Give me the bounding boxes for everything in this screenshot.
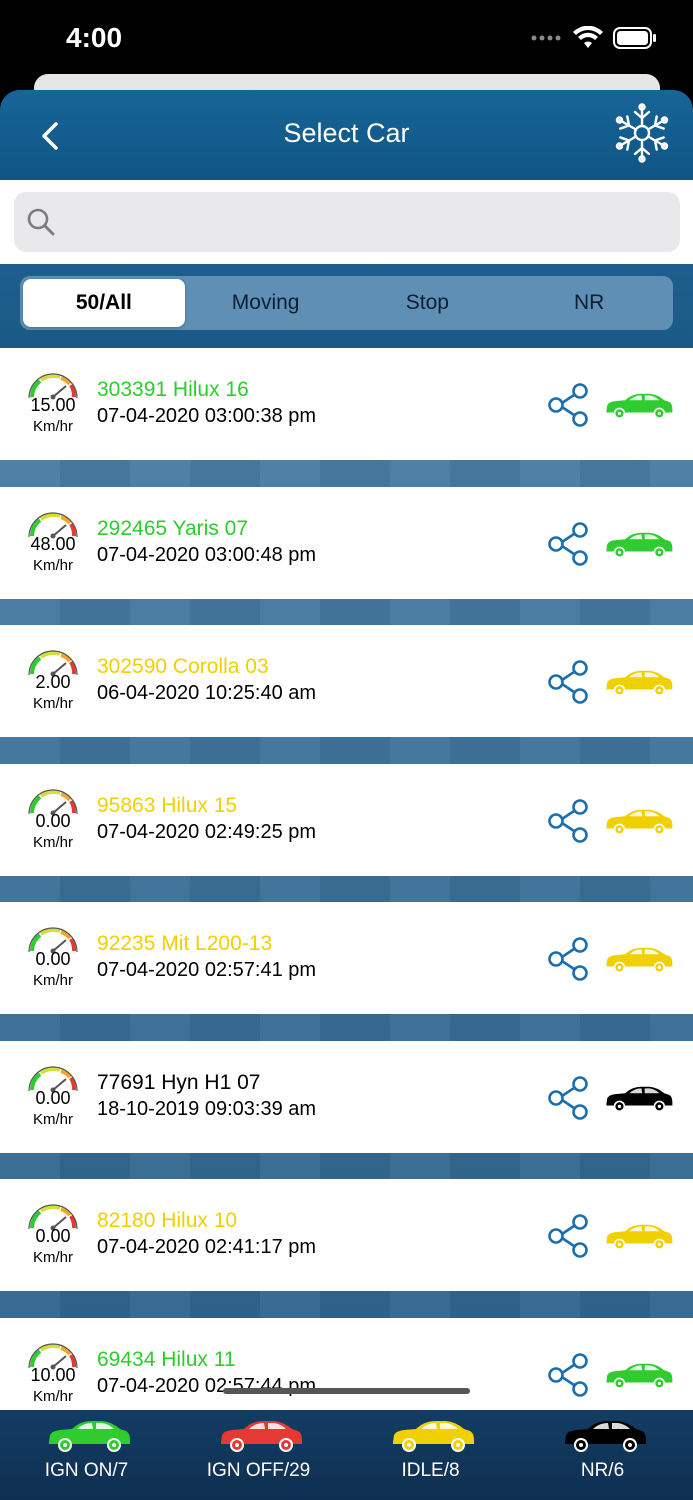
filter-segmented-control: 50/All Moving Stop NR (20, 276, 673, 330)
vehicle-name: 82180 Hilux 10 (97, 1209, 238, 1232)
vehicle-timestamp: 07-04-2020 02:57:41 pm (97, 959, 317, 981)
vehicle-row[interactable]: 2.00 Km/hr 302590 Corolla 03 06-04-2020 10:… (0, 625, 693, 737)
car-icon (606, 393, 673, 420)
speed-unit: Km/hr (32, 1387, 73, 1405)
vehicle-row[interactable]: 0.00 Km/hr 92235 Mit L200-13 07-04-2020 02:… (0, 902, 693, 1014)
vehicle-row[interactable]: 0.00 Km/hr 82180 Hilux 10 07-04-2020 02:41:… (0, 1179, 693, 1291)
car-icon (565, 1421, 646, 1452)
share-icon[interactable] (546, 521, 592, 567)
share-icon[interactable] (546, 382, 592, 428)
share-icon[interactable] (546, 1075, 592, 1121)
vehicle-timestamp: 07-04-2020 02:57:44 pm (97, 1374, 317, 1397)
car-icon (606, 947, 673, 974)
navbar: Select Car (0, 90, 693, 180)
filter-tab-nr[interactable]: NR (508, 279, 670, 327)
vehicle-name: 69434 Hilux 11 (97, 1347, 236, 1371)
share-icon[interactable] (546, 798, 592, 844)
share-icon[interactable] (546, 659, 592, 705)
vehicle-list: 15.00 Km/hr 303391 Hilux 16 07-04-2020 03:0… (0, 348, 693, 1410)
status-tab-bar: IGN ON/7 IGN OFF/29 IDLE/8 NR/6 (0, 1410, 693, 1500)
vehicle-row[interactable]: 15.00 Km/hr 303391 Hilux 16 07-04-2020 03:0… (0, 348, 693, 460)
car-icon (49, 1421, 130, 1452)
status-tab-red[interactable]: IGN OFF/29 (172, 1410, 345, 1500)
speed-unit: Km/hr (32, 1249, 73, 1266)
vehicle-row[interactable]: 0.00 Km/hr 77691 Hyn H1 07 18-10-2019 09:03… (0, 1040, 693, 1153)
share-icon[interactable] (546, 1352, 592, 1398)
car-icon (606, 670, 673, 697)
vehicle-row[interactable]: 0.00 Km/hr 95863 Hilux 15 07-04-2020 02:49:… (0, 763, 693, 876)
vehicle-timestamp: 07-04-2020 03:00:38 pm (97, 405, 317, 427)
speed-value: 48.00 (30, 533, 76, 554)
car-icon (221, 1421, 302, 1452)
filter-band: 50/All Moving Stop NR (0, 264, 693, 348)
filter-tab-stop[interactable]: Stop (347, 279, 509, 327)
vehicle-name: 302590 Corolla 03 (97, 655, 269, 678)
vehicle-name: 292465 Yaris 07 (97, 516, 249, 540)
speed-value: 0.00 (35, 1226, 71, 1246)
speed-unit: Km/hr (32, 833, 73, 851)
vehicle-name: 95863 Hilux 15 (97, 793, 238, 817)
search-icon (27, 208, 55, 236)
speed-value: 15.00 (30, 395, 76, 415)
status-tab-green[interactable]: IGN ON/7 (0, 1410, 173, 1500)
car-icon (393, 1421, 474, 1452)
status-tab-yellow[interactable]: IDLE/8 (344, 1410, 517, 1500)
speed-value: 0.00 (35, 1087, 71, 1108)
vehicle-name: 77691 Hyn H1 07 (97, 1070, 261, 1094)
status-icons (531, 26, 657, 50)
speed-unit: Km/hr (32, 556, 73, 574)
filter-tab-all[interactable]: 50/All (23, 279, 185, 327)
share-icon[interactable] (546, 1213, 592, 1259)
car-icon (606, 532, 673, 558)
vehicle-timestamp: 07-04-2020 02:41:17 pm (97, 1236, 317, 1258)
vehicle-row[interactable]: 48.00 Km/hr 292465 Yaris 07 07-04-2020 03:0… (0, 486, 693, 599)
car-icon (606, 1363, 673, 1389)
cellular-signal-icon (531, 35, 561, 41)
filter-tab-moving[interactable]: Moving (185, 279, 347, 327)
speed-value: 2.00 (35, 672, 71, 692)
speed-unit: Km/hr (32, 1110, 73, 1128)
status-tab-label: NR/6 (580, 1460, 625, 1481)
vehicle-timestamp: 18-10-2019 09:03:39 am (97, 1097, 317, 1120)
speed-value: 0.00 (35, 810, 71, 831)
status-tab-label: IGN ON/7 (44, 1460, 129, 1481)
car-icon (606, 809, 673, 835)
speed-unit: Km/hr (32, 695, 73, 712)
speed-unit: Km/hr (32, 972, 73, 989)
battery-icon (613, 27, 656, 49)
search-field[interactable] (14, 192, 680, 252)
vehicle-name: 92235 Mit L200-13 (97, 932, 273, 955)
speed-value: 10.00 (30, 1364, 76, 1385)
share-icon[interactable] (546, 936, 592, 982)
status-tab-label: IDLE/8 (401, 1460, 460, 1481)
vehicle-row[interactable]: 10.00 Km/hr 69434 Hilux 11 07-04-2020 02:57… (0, 1317, 693, 1410)
select-car-screen: Select Car 50/All Moving Stop NR 15.00 K… (0, 90, 693, 1500)
home-indicator (223, 1388, 470, 1394)
speed-value: 0.00 (35, 949, 71, 969)
search-input[interactable] (68, 192, 668, 252)
speed-unit: Km/hr (32, 418, 73, 435)
wifi-icon (573, 26, 603, 48)
status-tab-label: IGN OFF/29 (206, 1460, 311, 1481)
status-tab-black[interactable]: NR/6 (516, 1410, 689, 1500)
page-title: Select Car (283, 118, 410, 148)
vehicle-timestamp: 07-04-2020 03:00:48 pm (97, 543, 317, 566)
car-icon (606, 1224, 673, 1251)
vehicle-timestamp: 07-04-2020 02:49:25 pm (97, 820, 317, 843)
vehicle-name: 303391 Hilux 16 (97, 378, 249, 401)
car-icon (606, 1086, 673, 1112)
vehicle-timestamp: 06-04-2020 10:25:40 am (97, 682, 317, 704)
snowflake-icon[interactable] (611, 102, 673, 164)
status-time: 4:00 (66, 22, 123, 53)
search-bar (0, 180, 693, 264)
